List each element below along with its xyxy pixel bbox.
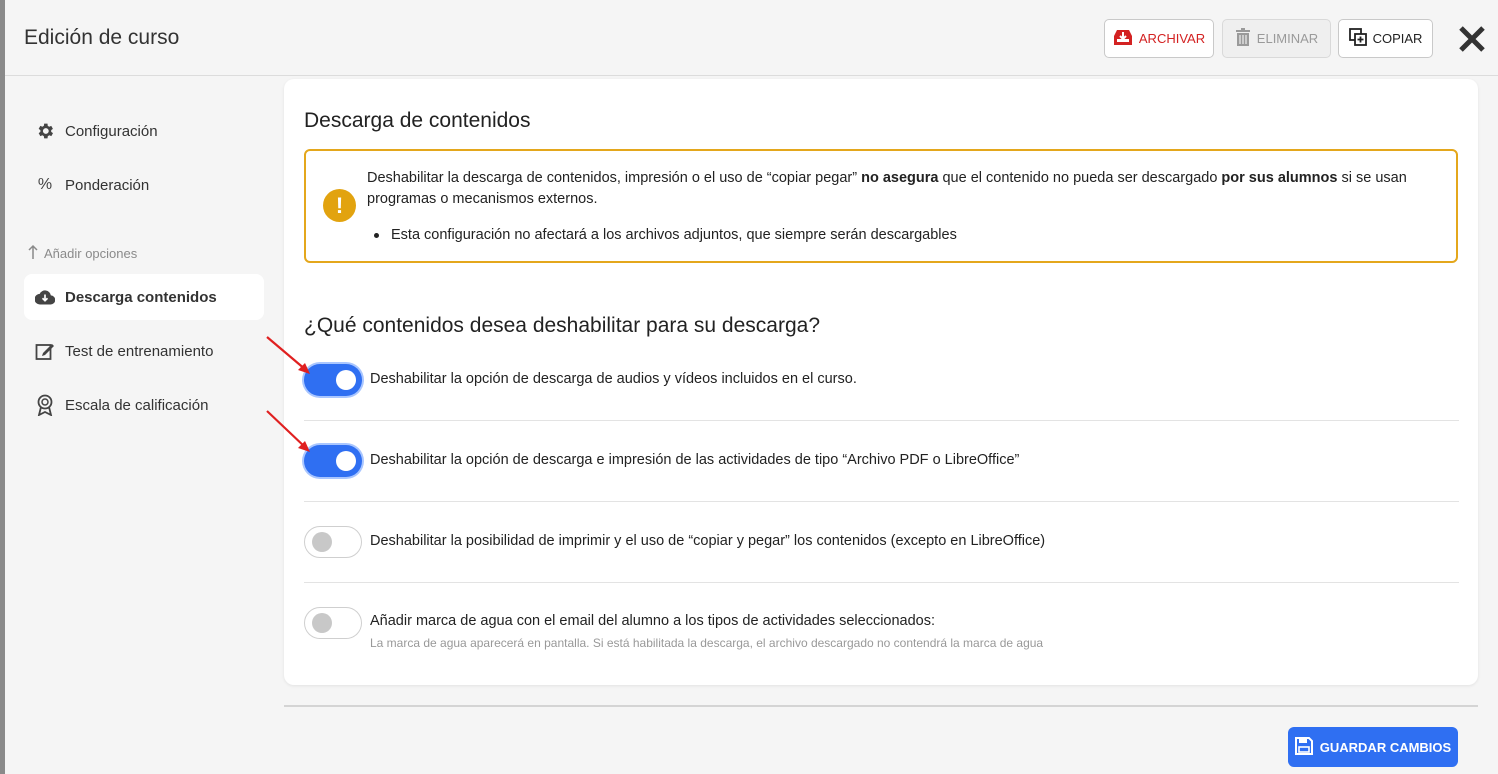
warning-bullet: Esta configuración no afectará a los arc… — [374, 227, 957, 243]
cloud-download-icon — [34, 286, 56, 308]
toggle-watermark[interactable] — [304, 607, 362, 639]
page-title: Edición de curso — [24, 26, 180, 49]
copy-button[interactable]: COPIAR — [1338, 19, 1433, 58]
gear-icon — [34, 120, 56, 142]
toggle-knob — [336, 451, 356, 471]
sidebar-section-label: Añadir opciones — [44, 246, 138, 261]
sidebar-item-label: Test de entrenamiento — [65, 342, 214, 360]
sidebar-item-label: Escala de calificación — [65, 396, 209, 414]
option-row-pdf-libreoffice: Deshabilitar la opción de descarga e imp… — [304, 421, 1459, 502]
bullet-dot — [374, 232, 379, 238]
footer-divider — [284, 705, 1478, 707]
warning-bullet-text: Esta configuración no afectará a los arc… — [391, 227, 957, 243]
close-button[interactable] — [1455, 22, 1489, 56]
question-heading: ¿Qué contenidos desea deshabilitar para … — [304, 314, 820, 337]
save-icon — [1294, 736, 1313, 758]
arrow-up-icon — [27, 244, 39, 263]
delete-label: ELIMINAR — [1256, 31, 1319, 46]
section-title: Descarga de contenidos — [304, 109, 531, 132]
copy-label: COPIAR — [1372, 31, 1423, 46]
archive-label: ARCHIVAR — [1138, 31, 1206, 46]
save-changes-button[interactable]: GUARDAR CAMBIOS — [1288, 727, 1458, 767]
toggle-knob — [312, 613, 332, 633]
save-label: GUARDAR CAMBIOS — [1319, 739, 1452, 755]
sidebar-item-label: Ponderación — [65, 176, 150, 194]
option-label: Deshabilitar la opción de descarga de au… — [370, 371, 857, 387]
warning-box: ! Deshabilitar la descarga de contenidos… — [304, 149, 1458, 263]
sidebar-item-escala-calificacion[interactable]: Escala de calificación — [24, 382, 264, 428]
delete-button[interactable]: ELIMINAR — [1222, 19, 1331, 58]
warning-text: Deshabilitar la descarga de contenidos, … — [367, 170, 1407, 207]
sidebar-item-label: Configuración — [65, 122, 158, 140]
edit-note-icon — [34, 340, 56, 362]
annotation-arrow-icon — [266, 410, 310, 452]
option-label: Deshabilitar la opción de descarga e imp… — [370, 452, 1020, 468]
header: Edición de curso ARCHIVAR ELIMINAR COPIA… — [5, 0, 1498, 76]
close-icon — [1459, 26, 1485, 52]
award-icon — [34, 394, 56, 416]
sidebar: Configuración % Ponderación Añadir opcio… — [5, 77, 275, 774]
option-note: La marca de agua aparecerá en pantalla. … — [370, 636, 1044, 650]
sidebar-section-header: Añadir opciones — [27, 244, 137, 263]
annotation-arrow-icon — [266, 336, 310, 374]
sidebar-item-ponderacion[interactable]: % Ponderación — [24, 162, 264, 208]
archive-icon — [1113, 28, 1133, 49]
toggle-print-copy[interactable] — [304, 526, 362, 558]
option-row-print-copy: Deshabilitar la posibilidad de imprimir … — [304, 502, 1459, 583]
toggle-knob — [336, 370, 356, 390]
trash-icon — [1235, 28, 1251, 49]
sidebar-item-descarga-contenidos[interactable]: Descarga contenidos — [24, 274, 264, 320]
exclamation-icon: ! — [323, 189, 356, 222]
sidebar-item-configuracion[interactable]: Configuración — [24, 108, 264, 154]
copy-icon — [1348, 28, 1367, 49]
percent-icon: % — [37, 176, 53, 193]
sidebar-item-test-entrenamiento[interactable]: Test de entrenamiento — [24, 328, 264, 374]
content-card: Descarga de contenidos ! Deshabilitar la… — [284, 79, 1478, 685]
option-row-watermark: Añadir marca de agua con el email del al… — [304, 583, 1459, 673]
sidebar-item-label: Descarga contenidos — [65, 288, 217, 306]
option-label: Añadir marca de agua con el email del al… — [370, 613, 936, 629]
toggle-knob — [312, 532, 332, 552]
option-row-audio-video: Deshabilitar la opción de descarga de au… — [304, 359, 1459, 421]
archive-button[interactable]: ARCHIVAR — [1104, 19, 1214, 58]
option-label: Deshabilitar la posibilidad de imprimir … — [370, 533, 1046, 549]
